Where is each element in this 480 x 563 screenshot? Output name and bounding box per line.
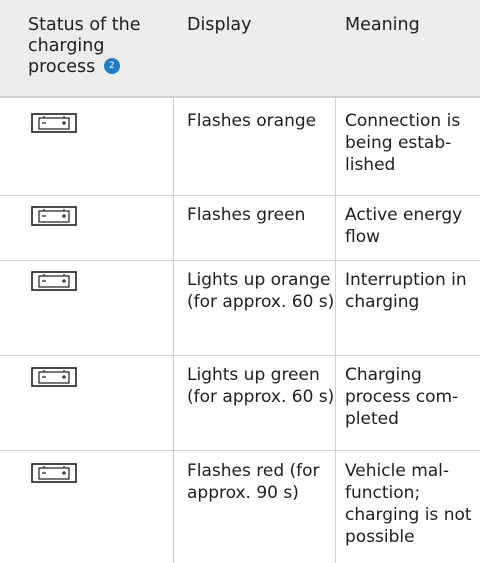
row-meaning: Active energy flow [345, 205, 463, 247]
column-divider [173, 98, 174, 563]
row-divider [0, 260, 480, 261]
table-header: Status of the charging process 2 Display… [0, 0, 480, 98]
battery-charging-icon [31, 367, 77, 387]
row-display: Flashes green [187, 205, 306, 225]
battery-charging-icon [31, 206, 77, 226]
header-status: Status of the charging process 2 [28, 15, 168, 78]
row-display: Lights up green (for approx. 60 s) [187, 365, 335, 407]
header-meaning: Meaning [345, 15, 420, 35]
column-divider [335, 98, 336, 563]
row-divider [0, 450, 480, 451]
row-display: Flashes red (for approx. 90 s) [187, 461, 320, 503]
row-display: Flashes orange [187, 111, 317, 131]
header-display: Display [187, 15, 252, 35]
row-meaning: Vehicle mal-function; charging is not po… [345, 461, 472, 547]
battery-charging-icon [31, 463, 77, 483]
row-meaning: Connection is being estab-lished [345, 111, 461, 175]
row-meaning: Charging process com-pleted [345, 365, 459, 429]
row-display: Lights up orange (for approx. 60 s) [187, 270, 335, 312]
row-meaning: Interruption in charging [345, 270, 467, 312]
battery-charging-icon [31, 113, 77, 133]
header-status-label: Status of the charging process [28, 15, 141, 77]
battery-charging-icon [31, 271, 77, 291]
row-divider [0, 355, 480, 356]
row-divider [0, 195, 480, 196]
callout-badge: 2 [103, 58, 120, 74]
